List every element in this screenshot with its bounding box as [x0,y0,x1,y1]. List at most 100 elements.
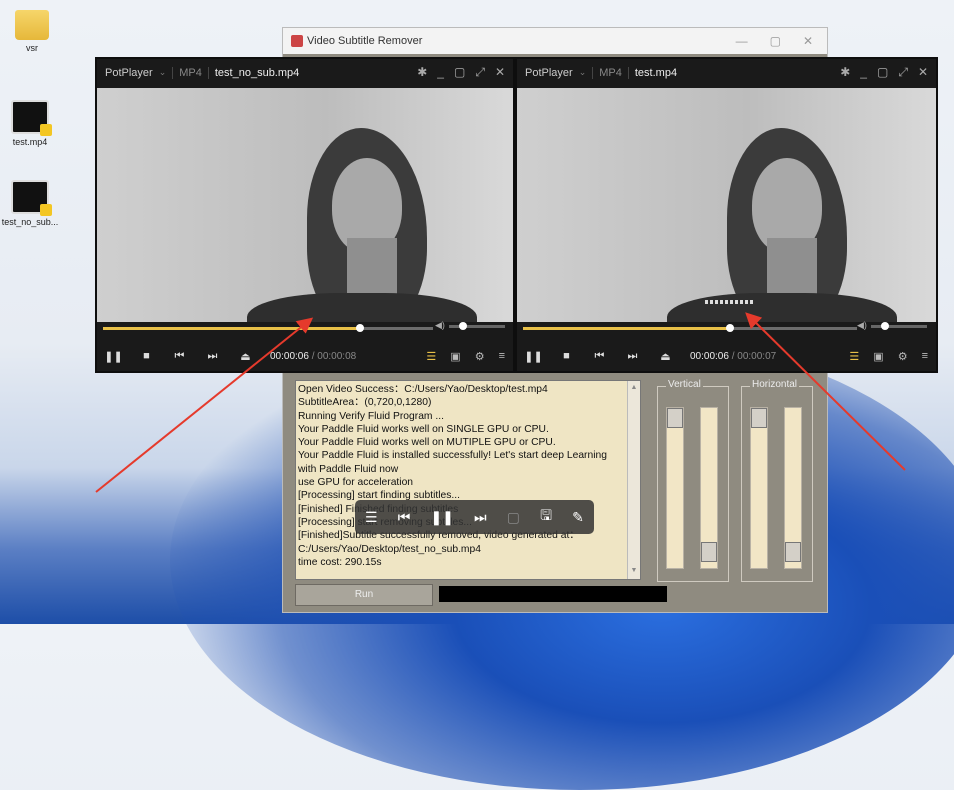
log-line: Your Paddle Fluid works well on SINGLE G… [298,423,549,435]
log-line: Your Paddle Fluid is installed successfu… [298,450,610,475]
time-display: 00:00:06 / 00:00:07 [690,350,777,362]
folder-icon [15,10,49,40]
volume-handle[interactable] [459,322,467,330]
minimize-icon[interactable]: _ [437,65,444,80]
vsr-titlebar[interactable]: Video Subtitle Remover — ▢ ✕ [283,28,827,54]
player-titlebar[interactable]: PotPlayer ⌄ MP4 test_no_sub.mp4 ✱ _ ▢ ⤢ … [97,59,513,86]
desktop-icon-test-no-sub[interactable]: test_no_sub... [0,180,60,227]
fullscreen-icon[interactable]: ⤢ [475,65,485,80]
video-frame[interactable] [517,88,936,322]
slider-thumb[interactable] [751,408,767,428]
playlist-search-icon[interactable]: ☰ [426,350,436,363]
seek-bar[interactable] [523,324,857,332]
player-app-menu[interactable]: PotPlayer [525,67,573,79]
horizontal-slider-2[interactable] [784,407,802,569]
close-icon[interactable]: ✕ [918,65,928,80]
maximize-icon[interactable]: ▢ [454,65,465,80]
list-icon[interactable]: ☰ [365,509,378,526]
time-total: 00:00:08 [317,350,357,362]
horizontal-slider-1[interactable] [750,407,768,569]
log-scrollbar[interactable]: ▲ ▼ [627,381,640,579]
player-titlebar[interactable]: PotPlayer ⌄ MP4 test.mp4 ✱ _ ▢ ⤢ ✕ [517,59,936,86]
stop-icon[interactable]: ■ [130,350,163,362]
floating-media-toolbar: ☰ ⏮ ❚❚ ⏭ ▢ 🖫 ✎ [355,500,594,534]
pause-icon[interactable]: ❚❚ [97,350,130,363]
time-current: 00:00:06 [690,350,729,362]
next-icon[interactable]: ⏭ [196,350,229,363]
skip-forward-icon[interactable]: ⏭ [474,509,487,526]
save-icon[interactable]: 🖫 [540,505,552,529]
maximize-icon[interactable]: ▢ [770,34,781,48]
player-controls: ❚❚ ■ ⏮ ⏭ ⏏ 00:00:06 / 00:00:08 ☰ ▣ ⚙ ≡ [97,345,513,367]
player-filename: test.mp4 [627,66,677,79]
video-file-icon [11,180,52,216]
stop-icon[interactable]: ■ [550,350,583,362]
seek-bar[interactable] [103,324,433,332]
seek-handle[interactable] [356,324,365,332]
volume-slider[interactable] [871,322,927,330]
close-icon[interactable]: ✕ [495,65,505,80]
pin-icon[interactable]: ✱ [417,65,427,80]
minimize-icon[interactable]: _ [860,65,867,80]
log-line: SubtitleArea：(0,720,0,1280) [298,397,432,409]
eject-icon[interactable]: ⏏ [229,350,262,363]
log-line: use GPU for acceleration [298,477,414,489]
vertical-slider-2[interactable] [700,407,718,569]
eject-icon[interactable]: ⏏ [649,350,682,363]
volume-handle[interactable] [881,322,889,330]
save-disabled-icon: ▢ [506,508,520,525]
menu-icon[interactable]: ≡ [499,350,505,363]
next-icon[interactable]: ⏭ [616,350,649,363]
player-format: MP4 [172,66,202,79]
seek-handle[interactable] [726,324,735,332]
edit-pen-icon[interactable]: ✎ [572,509,584,526]
log-line: Your Paddle Fluid works well on MUTIPLE … [298,437,556,449]
skip-back-icon[interactable]: ⏮ [398,509,411,526]
pin-icon[interactable]: ✱ [840,65,850,80]
player-filename: test_no_sub.mp4 [207,66,299,79]
figure-shirt [667,293,897,322]
minimize-icon[interactable]: — [736,34,748,48]
previous-icon[interactable]: ⏮ [163,350,196,363]
volume-slider[interactable] [449,322,505,330]
pause-icon[interactable]: ❚❚ [430,509,453,526]
close-icon[interactable]: ✕ [803,34,813,48]
log-output: Open Video Success：C:/Users/Yao/Desktop/… [295,380,641,580]
horizontal-group: Horizontal [741,379,813,582]
time-display: 00:00:06 / 00:00:08 [270,350,357,362]
fullscreen-icon[interactable]: ⤢ [898,65,908,80]
horizontal-label: Horizontal [750,379,800,390]
chevron-down-icon: ⌄ [578,67,587,77]
previous-icon[interactable]: ⏮ [583,350,616,363]
vertical-slider-1[interactable] [666,407,684,569]
volume-icon[interactable]: ◀) [857,320,867,331]
settings-gear-icon[interactable]: ⚙ [898,350,908,363]
vertical-group: Vertical [657,379,729,582]
player-app-menu[interactable]: PotPlayer [105,67,153,79]
chevron-down-icon: ⌄ [158,67,167,77]
menu-icon[interactable]: ≡ [922,350,928,363]
settings-gear-icon[interactable]: ⚙ [475,350,485,363]
capture-icon[interactable]: ▣ [873,350,883,363]
video-file-icon [11,100,52,136]
app-icon [291,35,303,47]
run-button[interactable]: Run [295,584,433,606]
slider-thumb[interactable] [667,408,683,428]
video-frame[interactable] [97,88,513,322]
player-left: PotPlayer ⌄ MP4 test_no_sub.mp4 ✱ _ ▢ ⤢ … [95,57,515,373]
log-line: time cost: 290.15s [298,556,382,568]
slider-thumb[interactable] [785,542,801,562]
capture-icon[interactable]: ▣ [450,350,460,363]
slider-thumb[interactable] [701,542,717,562]
player-format: MP4 [592,66,622,79]
volume-icon[interactable]: ◀) [435,320,445,331]
desktop-icon-test-mp4[interactable]: test.mp4 [0,100,60,147]
maximize-icon[interactable]: ▢ [877,65,888,80]
pause-icon[interactable]: ❚❚ [517,350,550,363]
desktop-icon-label: vsr [26,43,38,53]
playlist-search-icon[interactable]: ☰ [849,350,859,363]
desktop-icon-label: test.mp4 [12,137,48,147]
time-current: 00:00:06 [270,350,309,362]
desktop-icon-vsr[interactable]: vsr [2,10,62,53]
log-line: Open Video Success：C:/Users/Yao/Desktop/… [298,384,548,395]
